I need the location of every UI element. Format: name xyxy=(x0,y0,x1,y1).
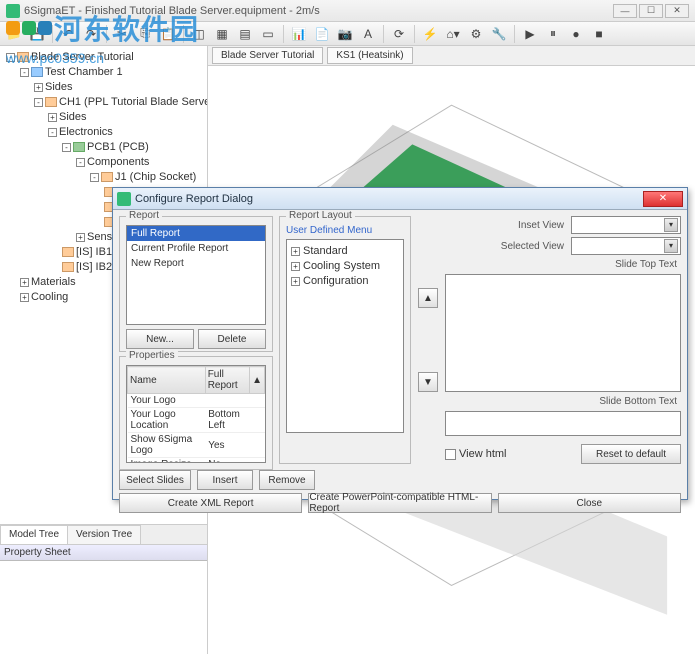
list-item[interactable]: Current Profile Report xyxy=(127,241,265,256)
property-sheet-title: Property Sheet xyxy=(0,545,207,561)
tool-record-icon[interactable]: ● xyxy=(566,24,586,44)
close-dialog-button[interactable]: Close xyxy=(498,493,681,513)
remove-button[interactable]: Remove xyxy=(259,470,315,490)
app-icon xyxy=(6,4,20,18)
dialog-icon xyxy=(117,192,131,206)
configure-report-dialog: Configure Report Dialog ✕ Report Full Re… xyxy=(112,187,688,500)
move-up-button[interactable]: ▲ xyxy=(418,288,438,308)
table-row: Your Logo xyxy=(128,394,265,408)
tab-model-tree[interactable]: Model Tree xyxy=(0,525,68,544)
view-tab-main[interactable]: Blade Server Tutorial xyxy=(212,47,323,64)
tool-bolt-icon[interactable]: ⚡ xyxy=(420,24,440,44)
insert-button[interactable]: Insert xyxy=(197,470,253,490)
window-title: 6SigmaET - Finished Tutorial Blade Serve… xyxy=(24,5,613,17)
list-item[interactable]: New Report xyxy=(127,256,265,271)
close-button[interactable]: ✕ xyxy=(665,4,689,18)
tool-copy-icon[interactable]: ⎘ xyxy=(135,24,155,44)
tool-refresh-icon[interactable]: ⟳ xyxy=(389,24,409,44)
tool-chart-icon[interactable]: 📊 xyxy=(289,24,309,44)
properties-group-label: Properties xyxy=(126,350,178,361)
tool-stop-icon[interactable]: ■ xyxy=(589,24,609,44)
list-item[interactable]: Full Report xyxy=(127,226,265,241)
tool-camera-icon[interactable]: 📷 xyxy=(335,24,355,44)
tool-report-icon[interactable]: 📄 xyxy=(312,24,332,44)
window-titlebar: 6SigmaET - Finished Tutorial Blade Serve… xyxy=(0,0,695,22)
tool-text-icon[interactable]: A xyxy=(358,24,378,44)
minimize-button[interactable]: ― xyxy=(613,4,637,18)
table-row: Image ResizeNo xyxy=(128,458,265,464)
sidebar-tabs: Model Tree Version Tree xyxy=(0,524,207,544)
report-group-label: Report xyxy=(126,210,162,221)
tool-cut-icon[interactable]: ✂ xyxy=(112,24,132,44)
tool-home-icon[interactable]: ⌂▾ xyxy=(443,24,463,44)
select-slides-button[interactable]: Select Slides xyxy=(119,470,191,490)
create-xml-button[interactable]: Create XML Report xyxy=(119,493,302,513)
tool-gear-icon[interactable]: ⚙ xyxy=(466,24,486,44)
tool-paste-icon[interactable]: 📋 xyxy=(158,24,178,44)
properties-grid[interactable]: NameFull Report▲ Your Logo Your Logo Loc… xyxy=(126,365,266,463)
tool-grid-icon[interactable]: ▦ xyxy=(212,24,232,44)
slide-bottom-label: Slide Bottom Text xyxy=(445,396,681,407)
view-html-checkbox[interactable]: View html xyxy=(445,448,506,460)
maximize-button[interactable]: ☐ xyxy=(639,4,663,18)
tool-redo-icon[interactable]: ↷ xyxy=(81,24,101,44)
table-row: Show 6Sigma LogoYes xyxy=(128,433,265,458)
tool-play-icon[interactable]: ▶ xyxy=(520,24,540,44)
slide-top-label: Slide Top Text xyxy=(445,259,681,270)
tab-version-tree[interactable]: Version Tree xyxy=(67,525,141,544)
inset-view-label: Inset View xyxy=(445,220,568,231)
report-list[interactable]: Full Report Current Profile Report New R… xyxy=(126,225,266,325)
dialog-close-button[interactable]: ✕ xyxy=(643,191,683,207)
tool-wrench-icon[interactable]: 🔧 xyxy=(489,24,509,44)
layout-group-label: Report Layout xyxy=(286,210,355,221)
main-toolbar: 📁 💾 ↶ ↷ ✂ ⎘ 📋 ◫ ▦ ▤ ▭ 📊 📄 📷 A ⟳ ⚡ ⌂▾ ⚙ 🔧… xyxy=(0,22,695,46)
tool-open-icon[interactable]: 📁 xyxy=(4,24,24,44)
tool-layers-icon[interactable]: ▤ xyxy=(235,24,255,44)
table-row: Your Logo LocationBottom Left xyxy=(128,408,265,433)
view-tab-heatsink[interactable]: KS1 (Heatsink) xyxy=(327,47,412,64)
property-sheet: Property Sheet xyxy=(0,544,207,654)
tool-pause-icon[interactable]: ⏸ xyxy=(543,24,563,44)
user-menu-label: User Defined Menu xyxy=(286,225,404,236)
move-down-button[interactable]: ▼ xyxy=(418,372,438,392)
inset-view-combo[interactable]: ▾ xyxy=(571,216,681,234)
reset-button[interactable]: Reset to default xyxy=(581,444,681,464)
create-ppt-button[interactable]: Create PowerPoint-compatible HTML-Report xyxy=(308,493,491,513)
tool-save-icon[interactable]: 💾 xyxy=(27,24,47,44)
tool-cube-icon[interactable]: ◫ xyxy=(189,24,209,44)
tool-select-icon[interactable]: ▭ xyxy=(258,24,278,44)
slide-bottom-text[interactable] xyxy=(445,411,681,437)
selected-view-combo[interactable]: ▾ xyxy=(571,237,681,255)
slide-top-text[interactable] xyxy=(445,274,681,392)
dialog-title: Configure Report Dialog xyxy=(135,193,643,205)
dialog-titlebar[interactable]: Configure Report Dialog ✕ xyxy=(113,188,687,210)
new-report-button[interactable]: New... xyxy=(126,329,194,349)
delete-report-button[interactable]: Delete xyxy=(198,329,266,349)
tool-undo-icon[interactable]: ↶ xyxy=(58,24,78,44)
layout-tree[interactable]: +Standard +Cooling System +Configuration xyxy=(286,239,404,433)
selected-view-label: Selected View xyxy=(445,241,568,252)
